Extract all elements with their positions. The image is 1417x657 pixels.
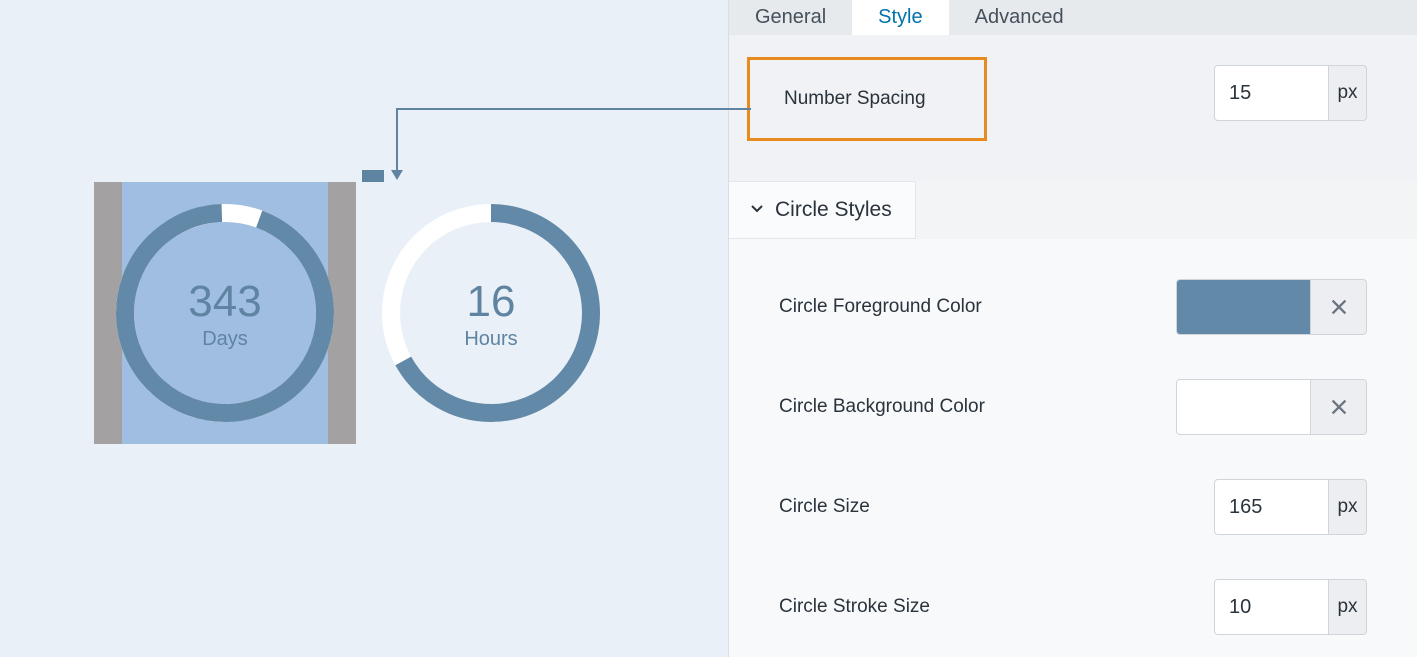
selection-handle — [362, 170, 384, 182]
circle-size-unit: px — [1329, 479, 1367, 535]
close-icon — [1328, 296, 1350, 318]
circle-styles-body: Circle Foreground Color Circle Backgroun… — [729, 239, 1417, 657]
circle-stroke-unit: px — [1329, 579, 1367, 635]
callout-line-horizontal — [396, 108, 751, 110]
circle-bg-clear[interactable] — [1311, 379, 1367, 435]
countdown-widget[interactable]: 343 Days 16 Hours — [94, 182, 622, 444]
tab-bar: General Style Advanced — [729, 0, 1417, 35]
number-spacing-input[interactable] — [1214, 65, 1329, 121]
circle-fg-label: Circle Foreground Color — [779, 296, 1176, 318]
circle-stroke-label: Circle Stroke Size — [779, 596, 1214, 618]
section-circle-styles-title: Circle Styles — [775, 198, 892, 222]
tab-style[interactable]: Style — [852, 0, 948, 35]
circle-bg-swatch[interactable] — [1176, 379, 1311, 435]
circle-label-days: Days — [202, 328, 248, 351]
number-spacing-group: Number Spacing px — [729, 35, 1417, 181]
number-spacing-field: px — [1214, 65, 1367, 121]
preview-canvas: 343 Days 16 Hours — [0, 0, 728, 657]
close-icon — [1328, 396, 1350, 418]
circle-label-hours: Hours — [464, 328, 517, 351]
settings-panel: General Style Advanced Number Spacing px… — [728, 0, 1417, 657]
chevron-down-icon — [749, 198, 765, 222]
circle-size-label: Circle Size — [779, 496, 1214, 518]
circle-size-input[interactable] — [1214, 479, 1329, 535]
section-circle-styles[interactable]: Circle Styles — [729, 181, 916, 239]
number-spacing-label: Number Spacing — [784, 88, 926, 109]
number-spacing-unit: px — [1329, 65, 1367, 121]
countdown-circle-hours[interactable]: 16 Hours — [360, 182, 622, 444]
circle-number-days: 343 — [188, 280, 261, 324]
tab-advanced[interactable]: Advanced — [949, 0, 1090, 35]
callout-line-vertical — [396, 108, 398, 178]
callout-arrowhead — [391, 170, 403, 180]
circle-fg-clear[interactable] — [1311, 279, 1367, 335]
tab-general[interactable]: General — [729, 0, 852, 35]
circle-stroke-input[interactable] — [1214, 579, 1329, 635]
circle-bg-label: Circle Background Color — [779, 396, 1176, 418]
circle-number-hours: 16 — [467, 280, 516, 324]
countdown-circle-days[interactable]: 343 Days — [94, 182, 356, 444]
circle-fg-swatch[interactable] — [1176, 279, 1311, 335]
number-spacing-highlight: Number Spacing — [747, 57, 987, 141]
